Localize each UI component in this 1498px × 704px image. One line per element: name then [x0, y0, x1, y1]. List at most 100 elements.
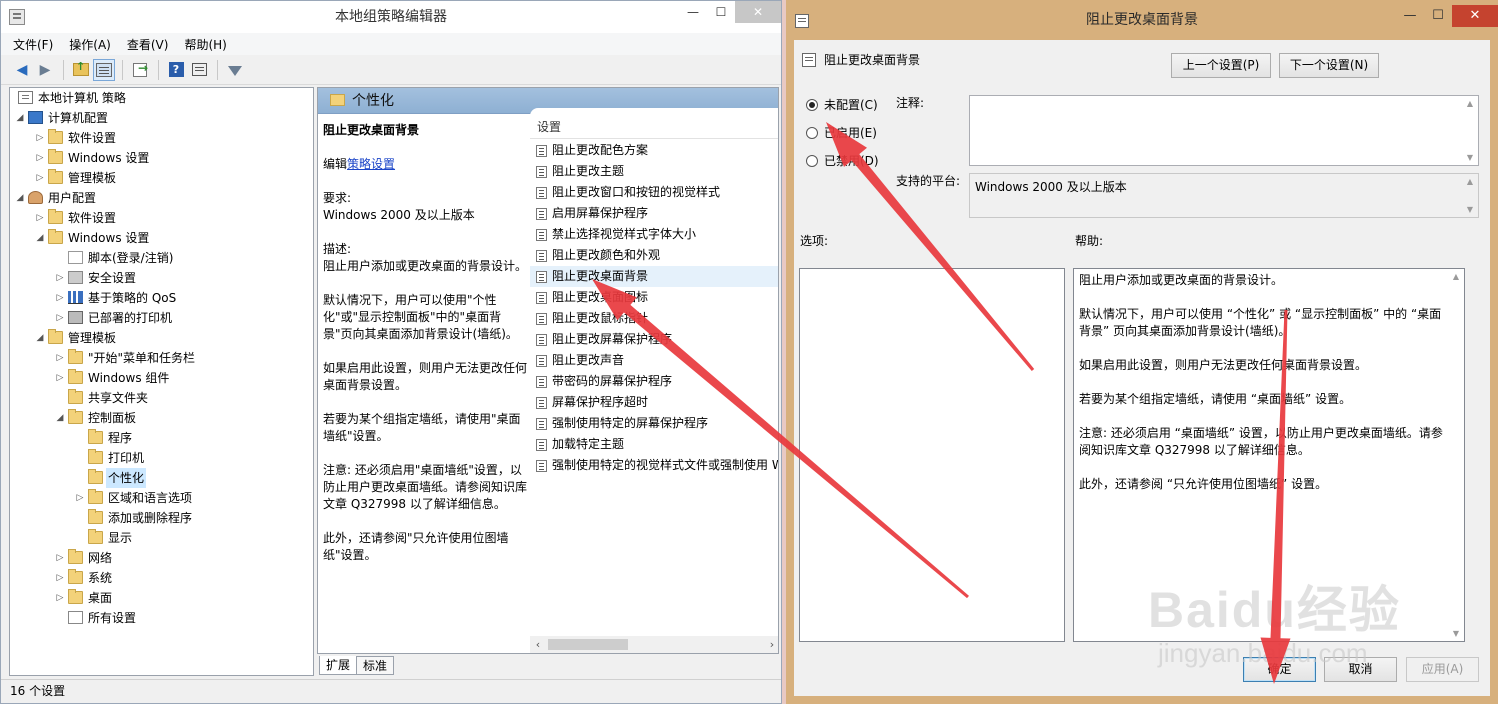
setting-row[interactable]: 屏幕保护程序超时: [530, 392, 778, 413]
setting-row[interactable]: 启用屏幕保护程序: [530, 203, 778, 224]
tree-item[interactable]: ◢ 用户配置: [10, 188, 313, 208]
tree-item[interactable]: 所有设置: [10, 608, 313, 628]
radio-circle-enabled[interactable]: [806, 127, 818, 139]
menu-help[interactable]: 帮助(H): [184, 36, 226, 53]
policy-tree[interactable]: 本地计算机 策略 ◢ 计算机配置 ▷ 软件设置 ▷ Windows 设置 ▷ 管理模板 ◢ 用户配置…: [9, 87, 314, 676]
ok-button[interactable]: 确定: [1243, 657, 1316, 682]
tree-item[interactable]: ▷ 桌面: [10, 588, 313, 608]
tree-item[interactable]: ◢ 管理模板: [10, 328, 313, 348]
collapsed-arrow-icon[interactable]: ▷: [34, 148, 46, 168]
tree-item[interactable]: 个性化: [10, 468, 313, 488]
collapsed-arrow-icon[interactable]: ▷: [54, 288, 66, 308]
help-icon[interactable]: ?: [165, 59, 187, 81]
collapsed-arrow-icon[interactable]: ▷: [54, 568, 66, 588]
tree-item[interactable]: ◢ 控制面板: [10, 408, 313, 428]
expanded-arrow-icon[interactable]: ◢: [54, 408, 66, 428]
collapsed-arrow-icon[interactable]: ▷: [54, 588, 66, 608]
up-folder-icon[interactable]: [70, 59, 92, 81]
setting-row[interactable]: 阻止更改屏幕保护程序: [530, 329, 778, 350]
setting-row[interactable]: 阻止更改桌面图标: [530, 287, 778, 308]
tree-item[interactable]: ▷ 软件设置: [10, 128, 313, 148]
scroll-right-icon[interactable]: ›: [764, 636, 778, 653]
tree-item[interactable]: ◢ 计算机配置: [10, 108, 313, 128]
scroll-down-icon[interactable]: ▼: [1449, 629, 1463, 638]
tree-item[interactable]: ▷ Windows 组件: [10, 368, 313, 388]
scroll-left-icon[interactable]: ‹: [530, 636, 546, 653]
collapsed-arrow-icon[interactable]: ▷: [54, 308, 66, 328]
tab-standard[interactable]: 标准: [356, 656, 395, 675]
setting-row[interactable]: 阻止更改颜色和外观: [530, 245, 778, 266]
setting-row[interactable]: 阻止更改配色方案: [530, 140, 778, 161]
tree-item[interactable]: 打印机: [10, 448, 313, 468]
scroll-up-icon[interactable]: ▲: [1463, 177, 1477, 186]
radio-disabled[interactable]: 已禁用(D): [806, 152, 886, 170]
radio-circle-not-configured[interactable]: [806, 99, 818, 111]
tree-item[interactable]: ◢ Windows 设置: [10, 228, 313, 248]
tree-item[interactable]: ▷ 软件设置: [10, 208, 313, 228]
close-icon[interactable]: ✕: [1452, 5, 1498, 27]
tree-item[interactable]: ▷ 安全设置: [10, 268, 313, 288]
minimize-icon[interactable]: —: [679, 1, 707, 23]
settings-list[interactable]: 设置 阻止更改配色方案 阻止更改主题 阻止更改窗口和按钮的视觉样式 启用屏幕保护程序禁…: [530, 108, 778, 638]
close-icon[interactable]: ✕: [735, 1, 781, 23]
setting-row[interactable]: 阻止更改主题: [530, 161, 778, 182]
tree-item[interactable]: ▷ 管理模板: [10, 168, 313, 188]
radio-not-configured[interactable]: 未配置(C): [806, 96, 886, 114]
maximize-icon[interactable]: ☐: [707, 1, 735, 23]
expanded-arrow-icon[interactable]: ◢: [34, 328, 46, 348]
settings-column-header[interactable]: 设置: [537, 118, 561, 135]
show-hide-tree-icon[interactable]: [93, 58, 115, 81]
tree-item[interactable]: ▷ 网络: [10, 548, 313, 568]
apply-button[interactable]: 应用(A): [1406, 657, 1479, 682]
tree-item[interactable]: 显示: [10, 528, 313, 548]
minimize-icon[interactable]: —: [1396, 5, 1424, 27]
collapsed-arrow-icon[interactable]: ▷: [74, 488, 86, 508]
tree-item[interactable]: ▷ Windows 设置: [10, 148, 313, 168]
tree-item[interactable]: ▷ "开始"菜单和任务栏: [10, 348, 313, 368]
tree-item[interactable]: ▷ 区域和语言选项: [10, 488, 313, 508]
tab-extended[interactable]: 扩展: [319, 656, 358, 675]
tree-item[interactable]: ▷ 系统: [10, 568, 313, 588]
scroll-down-icon[interactable]: ▼: [1463, 205, 1477, 214]
expanded-arrow-icon[interactable]: ◢: [34, 228, 46, 248]
setting-row[interactable]: 强制使用特定的屏幕保护程序: [530, 413, 778, 434]
radio-enabled[interactable]: 已启用(E): [806, 124, 886, 142]
previous-setting-button[interactable]: 上一个设置(P): [1171, 53, 1271, 78]
tree-item[interactable]: 程序: [10, 428, 313, 448]
menu-view[interactable]: 查看(V): [127, 36, 169, 53]
collapsed-arrow-icon[interactable]: ▷: [54, 548, 66, 568]
collapsed-arrow-icon[interactable]: ▷: [34, 168, 46, 188]
cancel-button[interactable]: 取消: [1324, 657, 1397, 682]
radio-circle-disabled[interactable]: [806, 155, 818, 167]
setting-row[interactable]: 加载特定主题: [530, 434, 778, 455]
tree-item[interactable]: ▷ 基于策略的 QoS: [10, 288, 313, 308]
collapsed-arrow-icon[interactable]: ▷: [34, 208, 46, 228]
setting-row[interactable]: 强制使用特定的视觉样式文件或强制使用 Windows 经典: [530, 455, 778, 476]
edit-policy-link[interactable]: 策略设置: [347, 157, 395, 171]
tree-item[interactable]: 添加或删除程序: [10, 508, 313, 528]
scroll-down-icon[interactable]: ▼: [1463, 153, 1477, 162]
expanded-arrow-icon[interactable]: ◢: [14, 108, 26, 128]
setting-row[interactable]: 阻止更改鼠标指针: [530, 308, 778, 329]
setting-row[interactable]: 阻止更改窗口和按钮的视觉样式: [530, 182, 778, 203]
back-arrow-icon[interactable]: ◀: [11, 59, 33, 81]
forward-arrow-icon[interactable]: ▶: [34, 59, 56, 81]
expanded-arrow-icon[interactable]: ◢: [14, 188, 26, 208]
collapsed-arrow-icon[interactable]: ▷: [54, 268, 66, 288]
collapsed-arrow-icon[interactable]: ▷: [34, 128, 46, 148]
scroll-up-icon[interactable]: ▲: [1463, 99, 1477, 108]
tree-item[interactable]: 本地计算机 策略: [10, 88, 313, 108]
properties-icon[interactable]: [188, 59, 210, 81]
tree-item[interactable]: 脚本(登录/注销): [10, 248, 313, 268]
horizontal-scrollbar[interactable]: ‹ ›: [530, 636, 778, 653]
setting-row[interactable]: 阻止更改声音: [530, 350, 778, 371]
collapsed-arrow-icon[interactable]: ▷: [54, 368, 66, 388]
menu-action[interactable]: 操作(A): [69, 36, 111, 53]
filter-icon[interactable]: [224, 59, 246, 81]
scroll-thumb[interactable]: [548, 639, 628, 650]
next-setting-button[interactable]: 下一个设置(N): [1279, 53, 1379, 78]
setting-row[interactable]: 带密码的屏幕保护程序: [530, 371, 778, 392]
tree-item[interactable]: 共享文件夹: [10, 388, 313, 408]
menu-file[interactable]: 文件(F): [13, 36, 53, 53]
tree-item[interactable]: ▷ 已部署的打印机: [10, 308, 313, 328]
